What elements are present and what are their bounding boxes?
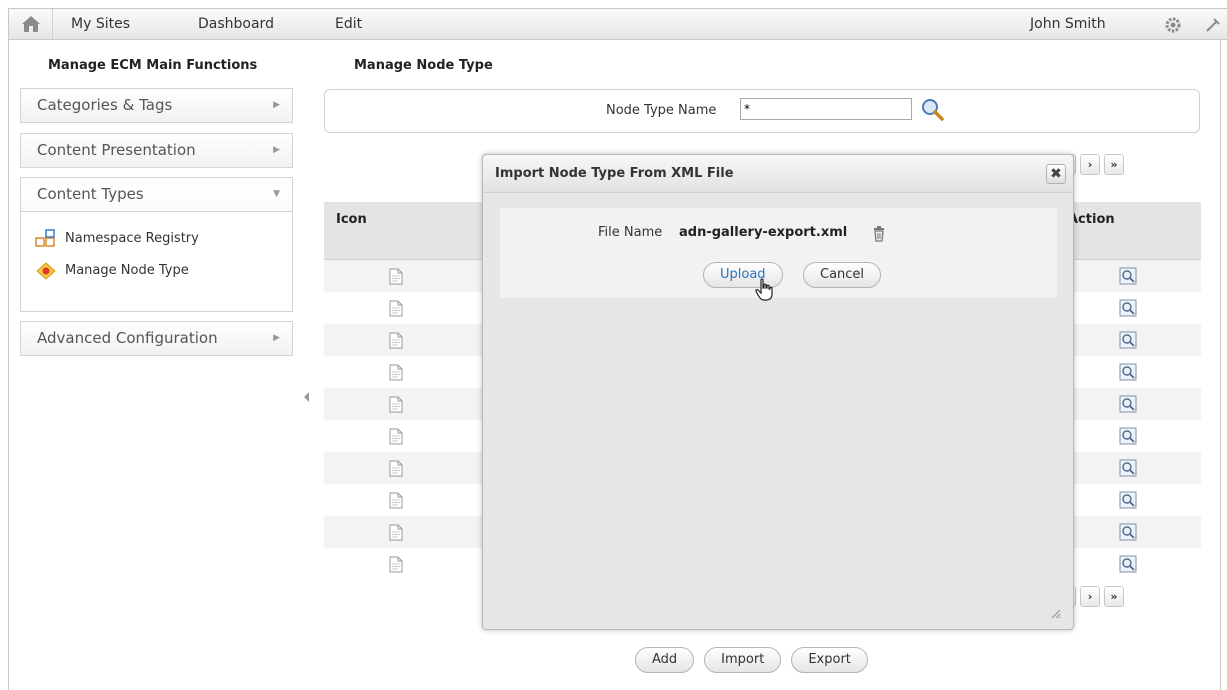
sidebar-item-manage-node-type[interactable]: Manage Node Type (35, 260, 189, 282)
nav-dashboard[interactable]: Dashboard (198, 9, 274, 39)
document-icon (389, 332, 403, 353)
sidebar-item-namespace-registry[interactable]: Namespace Registry (35, 228, 199, 250)
document-icon (389, 492, 403, 513)
view-icon[interactable] (1119, 459, 1137, 481)
frame-border-left (8, 40, 9, 690)
nav-edit[interactable]: Edit (335, 9, 362, 39)
namespace-icon (35, 229, 55, 247)
action-buttons: Add Import Export (635, 647, 868, 673)
collapse-sidebar-icon[interactable] (304, 392, 309, 402)
add-button[interactable]: Add (635, 647, 695, 673)
view-icon[interactable] (1119, 491, 1137, 513)
document-icon (389, 364, 403, 385)
home-icon[interactable] (9, 9, 53, 39)
chevron-right-icon: ▶ (273, 100, 280, 110)
accordion-content-presentation[interactable]: Content Presentation ▶ (20, 133, 293, 168)
accordion-advanced-configuration[interactable]: Advanced Configuration ▶ (20, 321, 293, 356)
accordion-label: Categories & Tags (37, 96, 173, 114)
page-title: Manage Node Type (354, 58, 493, 73)
nav-my-sites[interactable]: My Sites (71, 9, 130, 39)
view-icon[interactable] (1119, 555, 1137, 577)
search-icon[interactable] (920, 97, 944, 125)
document-icon (389, 396, 403, 417)
cancel-button[interactable]: Cancel (803, 262, 882, 288)
top-navigation-bar: My Sites Dashboard Edit John Smith (8, 8, 1227, 40)
gear-icon[interactable] (1164, 16, 1182, 34)
chevron-right-icon: ▶ (273, 333, 280, 343)
pin-icon[interactable] (1205, 17, 1221, 33)
document-icon (389, 460, 403, 481)
chevron-right-icon: ▶ (273, 145, 280, 155)
last-page-button[interactable]: » (1104, 154, 1124, 175)
hand-cursor-icon (755, 278, 775, 306)
accordion-label: Content Types (37, 185, 144, 203)
dialog-title: Import Node Type From XML File (495, 166, 734, 181)
accordion-label: Advanced Configuration (37, 329, 218, 347)
view-icon[interactable] (1119, 395, 1137, 417)
frame-border-right (1220, 40, 1221, 690)
view-icon[interactable] (1119, 331, 1137, 353)
document-icon (389, 300, 403, 321)
column-header-icon: Icon (336, 212, 367, 227)
import-button[interactable]: Import (704, 647, 782, 673)
file-name-value: adn-gallery-export.xml (679, 225, 848, 240)
left-panel-title: Manage ECM Main Functions (48, 58, 258, 73)
sidebar-item-label: Manage Node Type (65, 263, 189, 278)
accordion-content-types[interactable]: Content Types ▼ Namespace Registry Manage… (20, 177, 293, 312)
trash-icon[interactable] (872, 226, 886, 246)
content-types-body: Namespace Registry Manage Node Type (21, 211, 292, 311)
user-name[interactable]: John Smith (1030, 9, 1106, 39)
import-node-type-dialog: Import Node Type From XML File ✖ File Na… (482, 154, 1074, 630)
file-name-label: File Name (598, 225, 663, 240)
view-icon[interactable] (1119, 363, 1137, 385)
view-icon[interactable] (1119, 427, 1137, 449)
resize-handle-icon[interactable] (1049, 607, 1061, 623)
view-icon[interactable] (1119, 267, 1137, 289)
document-icon (389, 524, 403, 545)
view-icon[interactable] (1119, 523, 1137, 545)
close-icon[interactable]: ✖ (1046, 164, 1066, 184)
search-label: Node Type Name (606, 103, 717, 118)
accordion-categories-tags[interactable]: Categories & Tags ▶ (20, 88, 293, 123)
node-type-icon (36, 262, 56, 280)
document-icon (389, 268, 403, 289)
accordion-label: Content Presentation (37, 141, 196, 159)
next-page-button[interactable]: › (1080, 586, 1100, 607)
chevron-down-icon: ▼ (273, 189, 280, 199)
document-icon (389, 428, 403, 449)
upload-panel: File Name adn-gallery-export.xml Upload … (500, 208, 1057, 301)
view-icon[interactable] (1119, 299, 1137, 321)
next-page-button[interactable]: › (1080, 154, 1100, 175)
node-type-name-input[interactable] (740, 98, 912, 120)
sidebar-item-label: Namespace Registry (65, 231, 199, 246)
export-button[interactable]: Export (791, 647, 868, 673)
last-page-button[interactable]: » (1104, 586, 1124, 607)
document-icon (389, 556, 403, 577)
column-header-action: Action (1068, 212, 1115, 227)
